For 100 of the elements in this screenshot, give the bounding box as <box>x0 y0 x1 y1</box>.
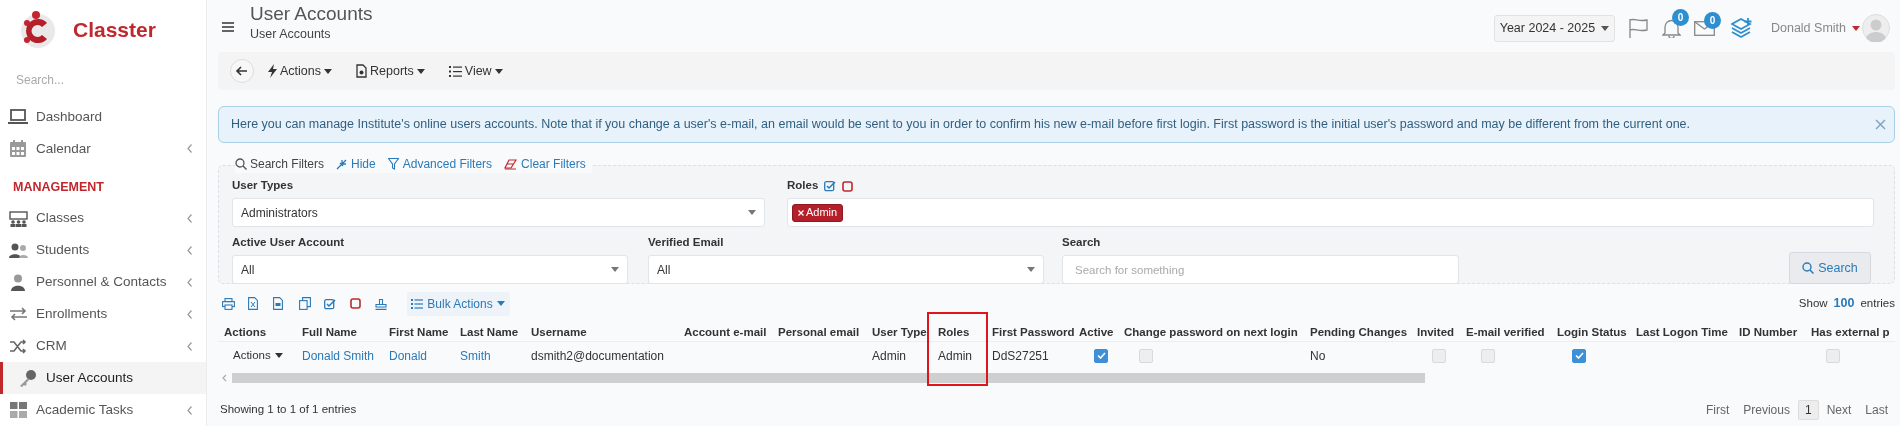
square-icon[interactable] <box>349 298 361 309</box>
nav-item[interactable]: Dashboard <box>0 100 206 133</box>
column-header[interactable]: First Name <box>389 325 449 338</box>
checkbox-icon[interactable] <box>324 297 336 310</box>
spreadsheet-icon[interactable] <box>247 297 258 310</box>
alert-text: Here you can manage Institute's online users accounts. Note that if you change a user's e-mail, an email would be sent to you in order to confirm his new e-mail before first login. First password is the initial user's password and may be different from the current one. <box>231 116 1691 134</box>
field-label: User Types <box>232 178 294 194</box>
monitor-icon <box>8 108 28 125</box>
column-header[interactable]: Actions <box>224 325 267 338</box>
column-header[interactable]: E-mail verified <box>1466 325 1545 338</box>
users-icon <box>8 242 28 258</box>
file-icon[interactable] <box>273 297 283 310</box>
column-header[interactable]: Active <box>1079 325 1114 338</box>
table-link[interactable]: Donald Smith <box>302 346 375 365</box>
table-link[interactable]: Donald <box>389 346 428 365</box>
nav-item[interactable]: CRM <box>0 330 206 363</box>
filter-link[interactable]: Clear Filters <box>504 155 586 173</box>
caret-icon <box>1027 267 1035 272</box>
lightning-icon <box>268 64 277 78</box>
filter-link[interactable]: Advanced Filters <box>387 155 493 173</box>
chevron-icon <box>187 277 192 287</box>
count-badge: 0 <box>1671 9 1689 26</box>
toolbar-menu-button[interactable]: View <box>448 61 503 81</box>
nav-item[interactable]: Classes <box>0 202 206 235</box>
user-menu[interactable]: Donald Smith <box>1770 18 1860 38</box>
field-label: Roles <box>787 178 819 194</box>
page-button[interactable]: 1 <box>1797 400 1819 420</box>
copy-icon[interactable] <box>298 297 311 310</box>
select-field[interactable]: All <box>648 255 1044 284</box>
search-icon <box>235 158 247 170</box>
column-header[interactable]: Login Status <box>1557 325 1627 338</box>
select-field[interactable]: All <box>232 255 628 284</box>
column-header[interactable]: Personal email <box>778 325 860 338</box>
column-header[interactable]: Full Name <box>302 325 357 338</box>
row-actions-button[interactable]: Actions <box>233 346 283 365</box>
column-header[interactable]: Invited <box>1417 325 1455 338</box>
arrows-icon <box>8 307 28 322</box>
page-button[interactable]: Previous <box>1737 400 1796 420</box>
layers-plus-icon[interactable] <box>1730 17 1753 39</box>
table-link[interactable]: Smith <box>460 346 491 365</box>
clear-all-icon[interactable] <box>842 180 854 192</box>
column-header[interactable]: Has external p <box>1811 325 1890 338</box>
search-button[interactable]: Search <box>1789 252 1871 284</box>
close-icon[interactable] <box>1875 119 1886 130</box>
column-header[interactable]: ID Number <box>1739 325 1798 338</box>
column-header[interactable]: First Password <box>992 325 1075 338</box>
nav-item[interactable]: Enrollments <box>0 298 206 331</box>
list-icon <box>448 65 462 77</box>
year-dropdown[interactable]: Year 2024 - 2025 <box>1493 14 1615 42</box>
breadcrumb: User Accounts <box>250 26 332 42</box>
column-header[interactable]: Account e-mail <box>684 325 767 338</box>
tag-chip[interactable]: Admin <box>792 203 844 222</box>
table-cell-text: Admin <box>872 347 906 365</box>
funnel-icon <box>387 158 399 170</box>
nav-item[interactable]: Calendar <box>0 132 206 165</box>
table-cell-text: DdS27251 <box>992 347 1049 365</box>
back-button[interactable] <box>230 59 254 83</box>
column-header[interactable]: Last Name <box>460 325 519 338</box>
nav-item[interactable]: Students <box>0 234 206 267</box>
page-button[interactable]: Next <box>1820 400 1858 420</box>
remove-icon[interactable] <box>798 209 804 216</box>
column-header[interactable]: Username <box>531 325 587 338</box>
caret-icon <box>416 68 425 74</box>
toolbar-menu-button[interactable]: Reports <box>356 61 425 81</box>
column-header[interactable]: Pending Changes <box>1310 325 1408 338</box>
stamp-icon[interactable] <box>375 297 387 310</box>
menu-icon[interactable] <box>222 22 234 32</box>
checkbox[interactable] <box>1094 348 1108 363</box>
column-header[interactable]: Last Logon Time <box>1636 325 1728 338</box>
search-field[interactable]: Search... <box>16 70 186 89</box>
bulk-actions-button[interactable]: Bulk Actions <box>406 291 510 316</box>
caret-icon <box>611 267 619 272</box>
page-button[interactable]: Last <box>1859 400 1894 420</box>
table-cell-text: No <box>1310 347 1326 365</box>
field-label: Verified Email <box>648 235 724 251</box>
select-field[interactable]: Administrators <box>232 198 765 227</box>
chevron-icon <box>187 341 192 351</box>
select-all-icon[interactable] <box>824 180 837 192</box>
horizontal-scrollbar[interactable] <box>220 372 1425 384</box>
nav-item[interactable]: User Accounts <box>0 362 206 395</box>
page-button[interactable]: First <box>1699 400 1736 420</box>
filter-link[interactable]: Hide <box>336 155 376 173</box>
flag-icon[interactable] <box>1627 18 1649 38</box>
shuffle-icon <box>9 338 27 354</box>
checkbox[interactable] <box>1572 348 1586 363</box>
page-size-select[interactable]: 100 <box>1833 294 1855 313</box>
caret-icon <box>1601 25 1610 31</box>
column-header[interactable]: User Type <box>872 325 927 338</box>
print-icon[interactable] <box>222 297 235 310</box>
column-header[interactable]: Change password on next login <box>1124 325 1298 338</box>
nav-item[interactable]: Personnel & Contacts <box>0 266 206 299</box>
column-header[interactable]: Roles <box>938 325 970 338</box>
search-field[interactable]: Search for something <box>1062 255 1459 284</box>
toolbar-menu-button[interactable]: Actions <box>268 61 332 81</box>
brand-name: Classter <box>73 17 156 44</box>
nav-item[interactable]: Academic Tasks <box>0 394 206 426</box>
filters-heading: Search Filters <box>250 156 325 173</box>
caret-icon <box>324 68 332 74</box>
tags-field[interactable]: Admin <box>787 198 1874 227</box>
chevron-icon <box>187 214 192 223</box>
